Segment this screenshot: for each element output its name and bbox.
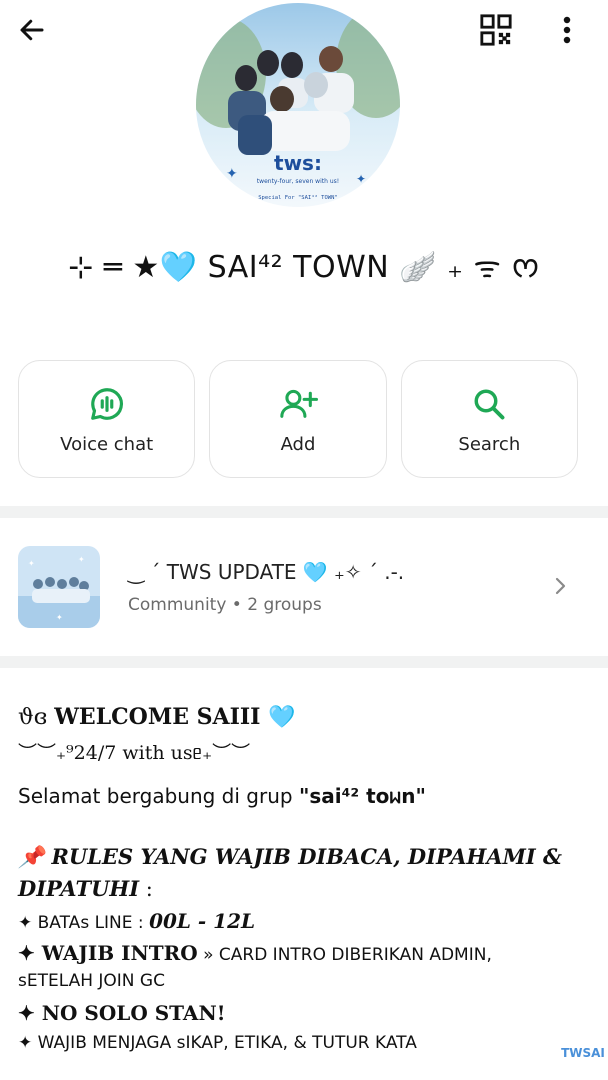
rule-attitude: ✦ WAJIB MENJAGA sIKAP, ETIKA, & TUTUR KA… <box>18 1033 590 1063</box>
rule-line-limit-value: 00L - 12L <box>149 909 256 933</box>
sparkle-decoration: ✦ <box>226 166 238 182</box>
group-description: ϑɞ WELCOME SAIII 🩵 ︶︶₊⁹24/7 with usᥱ₊︶︶ … <box>0 668 608 1080</box>
rules-heading-tail: DIPATUHI <box>18 876 140 901</box>
voice-chat-label: Voice chat <box>60 433 154 455</box>
more-options-button[interactable] <box>552 10 582 50</box>
community-title: ‿ ´ TWS UPDATE 🩵 ₊✧ ´ .-. <box>128 560 405 584</box>
group-handle: "sai⁴² toᥕn" <box>298 784 426 808</box>
chevron-right-icon <box>555 577 566 595</box>
rule-line-limit: ✦ BATAs LINE : 00L - 12L <box>18 909 590 941</box>
community-row[interactable]: ✦ ✦ ✦ ‿ ´ TWS UPDATE 🩵 ₊✧ ´ .-. Communit… <box>0 518 608 656</box>
rule-attitude-bullet: ✦ <box>18 1033 38 1053</box>
rule-intro-cont: sETELAH JOIN GC <box>18 971 165 991</box>
rules-heading-cont: DIPATUHI : <box>18 876 590 909</box>
watermark-logo: TWSAI <box>561 1046 605 1060</box>
welcome-text: WELCOME SAIII 🩵 <box>54 704 296 730</box>
voice-chat-icon <box>90 387 123 420</box>
community-photo: ✦ ✦ ✦ <box>18 546 100 628</box>
avatar-tagline: twenty-four, seven with us! <box>257 178 339 185</box>
search-button[interactable]: Search <box>400 360 578 478</box>
group-avatar[interactable]: tws: twenty-four, seven with us! Special… <box>196 3 400 207</box>
rules-heading-colon: : <box>139 877 153 901</box>
welcome-message-text: Selamat bergabung di grup <box>18 784 299 808</box>
add-person-icon <box>280 389 318 418</box>
welcome-message: Selamat bergabung di grup "sai⁴² toᥕn" <box>18 784 590 844</box>
voice-chat-button[interactable]: Voice chat <box>18 360 196 478</box>
community-subtitle: Community • 2 groups <box>128 595 322 615</box>
rule-intro-title: ✦ WAJIB INTRO <box>18 941 198 965</box>
svg-text:✦: ✦ <box>56 613 63 622</box>
search-icon <box>474 389 505 419</box>
rule-no-solo: ✦ NO SOLO STAN! <box>18 1001 226 1025</box>
rule-intro-detail: » CARD INTRO DIBERIKAN ADMIN, <box>197 945 492 965</box>
add-label: Add <box>280 433 316 455</box>
section-divider <box>0 506 608 518</box>
rule-attitude-text: WAJIB MENJAGA sIKAP, ETIKA, & TUTUR KATA <box>37 1033 417 1053</box>
back-button[interactable] <box>14 12 50 48</box>
avatar-title: tws: <box>274 151 322 175</box>
tagline-line: ︶︶₊⁹24/7 with usᥱ₊︶︶ <box>18 742 251 764</box>
group-name: ⊹ ═ ★🩵 SAI⁴² TOWN 🪽 ₊ ᯤ ᰔ <box>68 250 540 285</box>
sparkle-decoration: ✦ <box>356 172 366 186</box>
rule-line-limit-label: ✦ BATAs LINE : <box>18 913 150 933</box>
search-label: Search <box>458 433 521 455</box>
rule-intro: ✦ WAJIB INTRO » CARD INTRO DIBERIKAN ADM… <box>18 941 590 971</box>
welcome-line: ϑɞ WELCOME SAIII 🩵 <box>18 704 590 738</box>
community-thumbnail: ✦ ✦ ✦ <box>18 546 100 628</box>
qr-code-icon <box>480 14 512 46</box>
section-divider <box>0 656 608 668</box>
more-vertical-icon <box>563 16 571 44</box>
svg-text:✦: ✦ <box>78 555 85 564</box>
group-photo: tws: twenty-four, seven with us! Special… <box>196 3 400 207</box>
rules-heading: 📌 RULES YANG WAJIB DIBACA, DIPAHAMI & <box>18 844 562 869</box>
svg-text:✦: ✦ <box>28 559 35 568</box>
qr-code-button[interactable] <box>476 10 516 50</box>
avatar-special-text: Special For "SAI⁴² TOWN" <box>258 194 337 201</box>
add-member-button[interactable]: Add <box>209 360 387 478</box>
welcome-prefix: ϑɞ <box>18 705 55 730</box>
action-buttons: Voice chat Add Search <box>18 360 578 478</box>
arrow-left-icon <box>20 19 44 41</box>
